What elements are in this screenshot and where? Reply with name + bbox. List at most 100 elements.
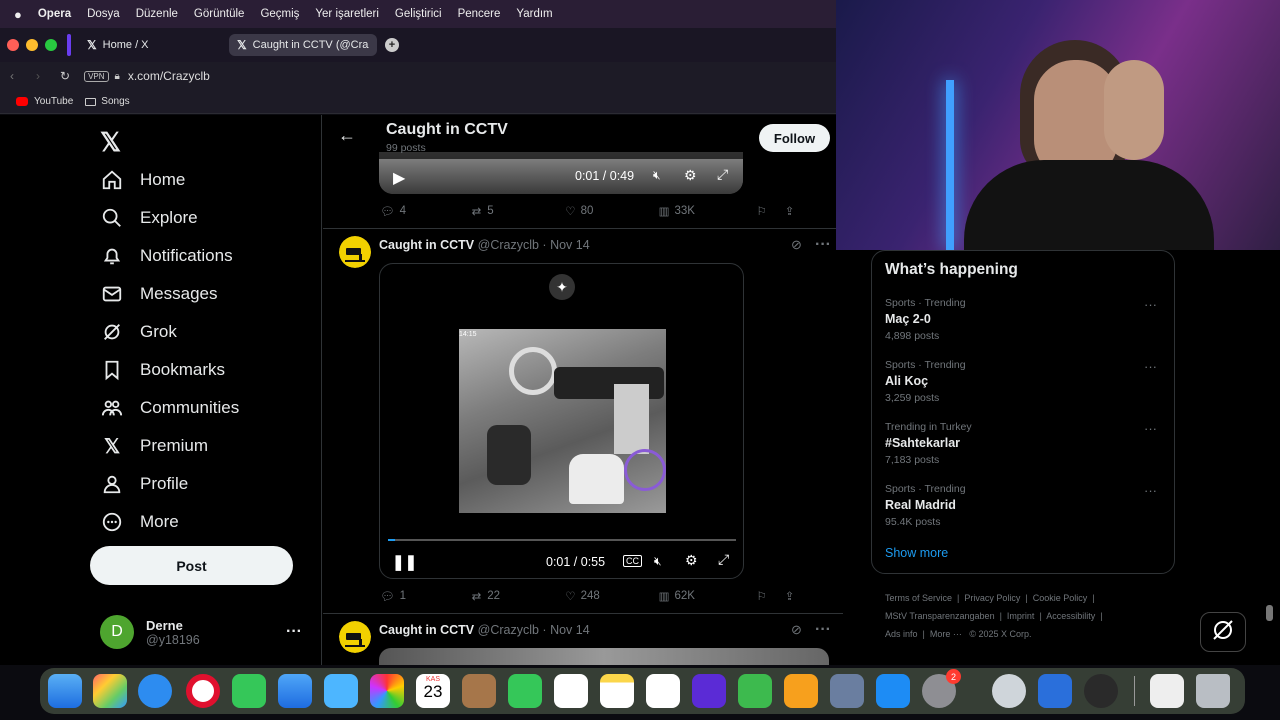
url-field[interactable]: x.com/Crazyclb (128, 69, 210, 83)
mute-icon[interactable]: 🔇︎ (654, 554, 662, 569)
bookmark-icon[interactable]: ⚐ (756, 589, 766, 603)
notes-icon[interactable] (600, 674, 634, 708)
launchpad-icon[interactable] (93, 674, 127, 708)
author-name[interactable]: Caught in CCTV (379, 238, 474, 252)
media-preview[interactable] (379, 648, 829, 665)
menu-item-help[interactable]: Yardım (516, 8, 552, 20)
fullscreen-icon[interactable]: ⤢ (718, 551, 729, 568)
menu-item-window[interactable]: Pencere (458, 8, 501, 20)
trash-icon[interactable] (1196, 674, 1230, 708)
menu-app-name[interactable]: Opera (38, 8, 71, 20)
vpn-badge[interactable]: VPN (84, 70, 109, 82)
pages-icon[interactable] (784, 674, 818, 708)
menu-item-view[interactable]: Görüntüle (194, 8, 245, 20)
iphone-mirroring-icon[interactable] (830, 674, 864, 708)
footer-link[interactable]: Imprint (1007, 611, 1035, 621)
reminders-icon[interactable] (554, 674, 588, 708)
like-icon[interactable]: ♡ (565, 204, 575, 218)
bookmark-icon[interactable]: ⚐ (756, 204, 766, 218)
footer-link[interactable]: Ads info (885, 629, 918, 639)
more-dots-icon[interactable]: ··· (1144, 421, 1157, 436)
tab-caught-in-cctv[interactable]: 𝕏 Caught in CCTV (@Craz (229, 34, 377, 56)
captions-icon[interactable]: CC (623, 555, 642, 567)
share-icon[interactable]: ⇪ (785, 589, 795, 603)
forward-icon[interactable]: › (36, 69, 40, 83)
fullscreen-icon[interactable]: ⤢ (717, 166, 728, 183)
grok-icon[interactable]: ⊘ (791, 622, 802, 638)
back-icon[interactable]: ‹ (10, 69, 14, 83)
trend-item[interactable]: Sports · Trending Real Madrid 95.4K post… (885, 483, 1165, 528)
footer-link[interactable]: More ··· (930, 629, 962, 639)
nav-home[interactable]: Home (100, 165, 185, 195)
opera-icon[interactable] (186, 674, 220, 708)
imovie-star-icon[interactable] (692, 674, 726, 708)
footer-link[interactable]: Privacy Policy (964, 593, 1020, 603)
follow-button[interactable]: Follow (759, 124, 830, 152)
more-dots-icon[interactable]: ··· (1144, 483, 1157, 498)
trend-item[interactable]: Trending in Turkey #Sahtekarlar 7,183 po… (885, 421, 1165, 466)
settings-icon[interactable]: ⚙︎ (685, 552, 698, 569)
grok-floating-button[interactable] (1200, 612, 1246, 652)
nav-messages[interactable]: Messages (100, 279, 217, 309)
tweet-date[interactable]: Nov 14 (550, 238, 590, 252)
nav-premium[interactable]: 𝕏 Premium (100, 431, 208, 461)
facetime-icon[interactable] (508, 674, 542, 708)
avatar[interactable] (339, 236, 371, 268)
footer-link[interactable]: MStV Transparenzangaben (885, 611, 995, 621)
tab-home[interactable]: 𝕏 Home / X (79, 34, 221, 56)
settings-icon[interactable]: ⚙︎ (684, 167, 697, 184)
play-icon[interactable]: ▶ (393, 168, 405, 188)
reply-icon[interactable]: 💬︎ (380, 204, 395, 218)
views-icon[interactable]: ▥ (659, 589, 670, 603)
window-close-button[interactable] (7, 39, 19, 51)
window-zoom-button[interactable] (45, 39, 57, 51)
footer-link[interactable]: Terms of Service (885, 593, 952, 603)
nav-explore[interactable]: Explore (100, 203, 198, 233)
screen-sharing-icon[interactable] (1038, 674, 1072, 708)
more-dots-icon[interactable]: ··· (815, 236, 831, 254)
menu-item-bookmarks[interactable]: Yer işaretleri (315, 8, 379, 20)
share-icon[interactable]: ⇪ (785, 204, 795, 218)
freeform-icon[interactable] (646, 674, 680, 708)
repost-icon[interactable]: ⇄ (472, 589, 482, 603)
bookmark-songs[interactable]: Songs (101, 96, 129, 107)
contacts-icon[interactable] (462, 674, 496, 708)
document-icon[interactable] (1150, 674, 1184, 708)
menu-item-file[interactable]: Dosya (87, 8, 120, 20)
show-more-link[interactable]: Show more (885, 546, 948, 560)
trend-item[interactable]: Sports · Trending Ali Koç 3,259 posts ··… (885, 359, 1165, 404)
post-button[interactable]: Post (90, 546, 293, 585)
safari-icon[interactable] (138, 674, 172, 708)
account-switcher[interactable]: D Derne @y18196 ··· (100, 614, 310, 650)
nav-communities[interactable]: Communities (100, 393, 239, 423)
grok-icon[interactable]: ⊘ (791, 237, 802, 253)
more-dots-icon[interactable]: ··· (1144, 297, 1157, 312)
video-progress-track[interactable] (388, 539, 736, 541)
maps-icon[interactable] (324, 674, 358, 708)
x-logo-icon[interactable]: 𝕏 (100, 127, 121, 158)
finder-icon[interactable] (48, 674, 82, 708)
reply-icon[interactable]: 💬︎ (380, 589, 395, 603)
new-tab-icon[interactable]: + (385, 38, 399, 52)
tweet-date[interactable]: Nov 14 (550, 623, 590, 637)
mail-icon[interactable] (278, 674, 312, 708)
nav-bookmarks[interactable]: Bookmarks (100, 355, 225, 385)
messages-icon[interactable] (232, 674, 266, 708)
views-icon[interactable]: ▥ (659, 204, 670, 218)
author-handle[interactable]: @Crazyclb (478, 623, 539, 637)
nav-notifications[interactable]: Notifications (100, 241, 233, 271)
repost-icon[interactable]: ⇄ (472, 204, 482, 218)
apple-icon[interactable]: ● (14, 7, 22, 22)
nav-profile[interactable]: Profile (100, 469, 188, 499)
more-dots-icon[interactable]: ··· (286, 623, 302, 641)
nav-grok[interactable]: Grok (100, 317, 177, 347)
footer-link[interactable]: Cookie Policy (1033, 593, 1088, 603)
obs-icon[interactable] (1084, 674, 1118, 708)
more-dots-icon[interactable]: ··· (1144, 359, 1157, 374)
author-name[interactable]: Caught in CCTV (379, 623, 474, 637)
reload-icon[interactable]: ↻ (60, 69, 70, 83)
quicktime-icon[interactable] (992, 674, 1026, 708)
app-store-icon[interactable] (876, 674, 910, 708)
bookmark-youtube[interactable]: YouTube (34, 96, 73, 107)
numbers-icon[interactable] (738, 674, 772, 708)
